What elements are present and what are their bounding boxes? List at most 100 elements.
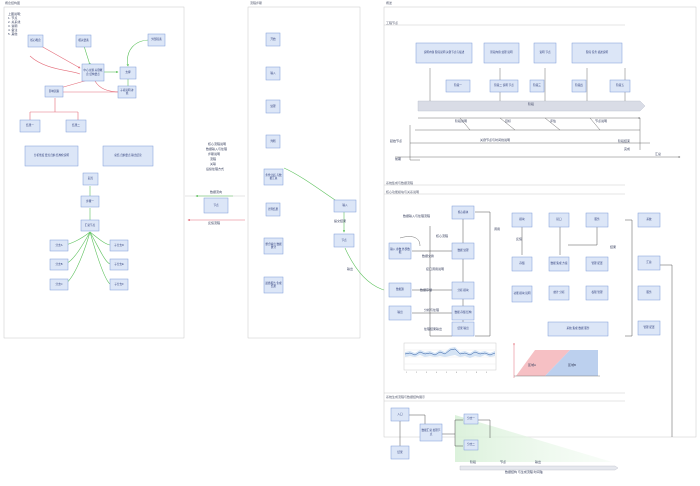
node-label-t2: 阶段内容 处理 说明	[490, 51, 513, 55]
label-notes-p1_legend-5: 5. 其他	[8, 32, 18, 36]
label-panels-3-title: 工程节点	[386, 21, 399, 25]
node-label-n17: 分支C	[55, 282, 63, 286]
node-label-tb3: 阶段三	[533, 84, 541, 88]
chart-tick-9: 9	[486, 372, 487, 374]
label-notes-p2_right_note2: 输出	[347, 267, 354, 271]
node-label-n18: 子分支D	[114, 243, 124, 247]
label-timeline-left_labels-0: 起始节点	[390, 139, 403, 143]
node-label-l3: 输出	[397, 311, 403, 315]
node-label-n7: 影响因素	[48, 89, 60, 93]
chart-tick-2: 2	[416, 372, 417, 374]
node-label-g4: 分支二	[467, 443, 475, 447]
label-p4_labels-a2: 核心流程	[436, 234, 449, 238]
label-timeline-upper_labels-2: 评估	[550, 119, 557, 123]
node-label-n20: 子分支F	[114, 282, 124, 286]
node-label-t4: 阶段 任务 描述说明	[585, 51, 609, 55]
connector-20	[475, 211, 491, 337]
label-p4_labels-a5: 数据存储	[420, 288, 433, 292]
node-label-n11: 总结 归纳要点 输出结论	[114, 154, 142, 158]
node-label-r4: 存储	[519, 262, 525, 266]
node-label-n19: 子分支E	[114, 262, 124, 266]
node-label-c5: 结果 输出	[457, 327, 469, 331]
label-p5_labels-axis: 数据结构 与生成流程 时间轴	[505, 470, 543, 474]
label-notes-p2_arrow_bottom: 反馈流程	[208, 221, 221, 225]
connector-9	[409, 125, 420, 161]
chart-frame	[403, 342, 497, 371]
node-label-c2: 数据 处理	[457, 249, 469, 253]
node-label-r2: 接口	[556, 218, 562, 222]
chart-tick-6: 6	[456, 372, 457, 374]
node-label-n14: 汇总节点	[84, 223, 96, 227]
node-label-r8: 统计 分析	[553, 291, 565, 295]
node-label-r6: 管理 配置	[591, 262, 603, 266]
node-label-g3: 分支一	[467, 417, 475, 421]
edge-8	[29, 55, 81, 75]
label-p5_labels-t3: 输出	[535, 460, 542, 464]
node-label-r9: 权限 管理	[591, 291, 603, 295]
node-label-n15: 分支A	[55, 243, 63, 247]
chart-tick-4: 4	[436, 372, 437, 374]
node-label-n9: 结果二	[72, 124, 80, 128]
node-label-f1: 节点	[213, 203, 219, 207]
node-label-s7: 整合输出 数据统计	[265, 242, 282, 249]
node-label-s6: 计算结果	[267, 207, 279, 211]
label-p4_labels-a3: 数据交换	[422, 254, 435, 258]
node-label-n5: 支撑	[125, 71, 131, 75]
node-label-e3: 汇总	[646, 261, 652, 265]
node-label-n1: 核心概念	[30, 39, 41, 43]
p5-triangle	[455, 415, 612, 462]
label-timeline-right_labels-2: 汇总	[655, 152, 662, 156]
label-notes-p2_side_note-5: 后续处理方式	[206, 167, 225, 171]
edge-6	[94, 80, 121, 94]
label-timeline-right_labels-0: 阶段结束	[618, 139, 631, 143]
node-label-l1: 输入 参数 外部数据	[390, 247, 410, 254]
label-timeline-upper_labels-1: 目标	[505, 119, 512, 123]
label-p4_labels-a7: 调用	[494, 227, 501, 231]
label-panels-4-title: 系统集成与数据流程	[386, 181, 414, 185]
node-label-r5: 数据 集成 方案	[550, 262, 568, 266]
chart-tick-5: 5	[446, 372, 447, 374]
label-timeline-banner: 阶段	[528, 102, 535, 106]
label-panels-6-title: 系统生成流程与数据结构展示	[386, 395, 426, 399]
node-label-e2: 系统	[646, 218, 652, 222]
node-label-r3-dup0: 服务	[646, 291, 652, 295]
edge-10	[29, 98, 79, 120]
label-charts-area_labels-0: 区域A	[528, 363, 537, 367]
node-label-c1: 核心模块	[457, 210, 469, 214]
area-chart	[513, 343, 600, 378]
node-label-r10: 系统 集成 数据 服务	[566, 327, 590, 331]
label-panels-2-title: 概述	[386, 1, 393, 5]
node-label-c4: 数据 存储 结构	[454, 311, 472, 315]
node-label-e1: 节点	[341, 238, 347, 242]
label-p4_labels-a10: 结果	[610, 245, 617, 249]
node-label-r6-dup1: 管理 配置	[643, 326, 655, 330]
connector-19	[429, 226, 452, 337]
node-label-r3: 服务	[594, 218, 600, 222]
label-p4_labels-a1: 数据输入与处理流程	[403, 214, 431, 218]
node-label-s2: 输入	[270, 71, 276, 75]
node-label-tb1: 阶段一	[454, 84, 462, 88]
edge-21	[283, 167, 339, 203]
edge-15	[64, 231, 91, 285]
node-label-n13: 步骤一	[86, 199, 94, 203]
label-p4_labels-a6: 分析与处理	[424, 308, 440, 312]
p4-connectors	[399, 211, 673, 437]
edge-3	[126, 39, 151, 67]
label-panels-5-title: 核心功能模块与关系说明	[386, 190, 420, 194]
chart-tick-1: 1	[406, 372, 407, 374]
label-timeline-mid_label: 关键节点与时间线说明	[480, 138, 511, 142]
node-label-n16: 分支B	[55, 262, 63, 266]
label-timeline-upper_labels-0: 阶段说明	[455, 119, 468, 123]
node-label-tb2: 阶段二 说明 节点	[494, 84, 514, 88]
node-label-s1: 开始	[270, 37, 276, 41]
node-label-s5: 条件分析 与数据汇总	[265, 173, 282, 180]
node-label-r1: 模块	[519, 218, 525, 222]
label-panels-1-title: 流程步骤	[250, 1, 263, 5]
node-label-tb5: 阶段五	[616, 84, 624, 88]
node-label-t1: 说明内容 阶段说明 关键节点与描述	[423, 51, 465, 55]
p2-connectors	[187, 167, 385, 291]
connector-23	[568, 227, 598, 246]
label-timeline-upper_labels-3: 节点说明	[595, 119, 608, 123]
edge-1	[40, 45, 81, 69]
node-label-s8: 最终报告 生成结果	[265, 281, 282, 288]
